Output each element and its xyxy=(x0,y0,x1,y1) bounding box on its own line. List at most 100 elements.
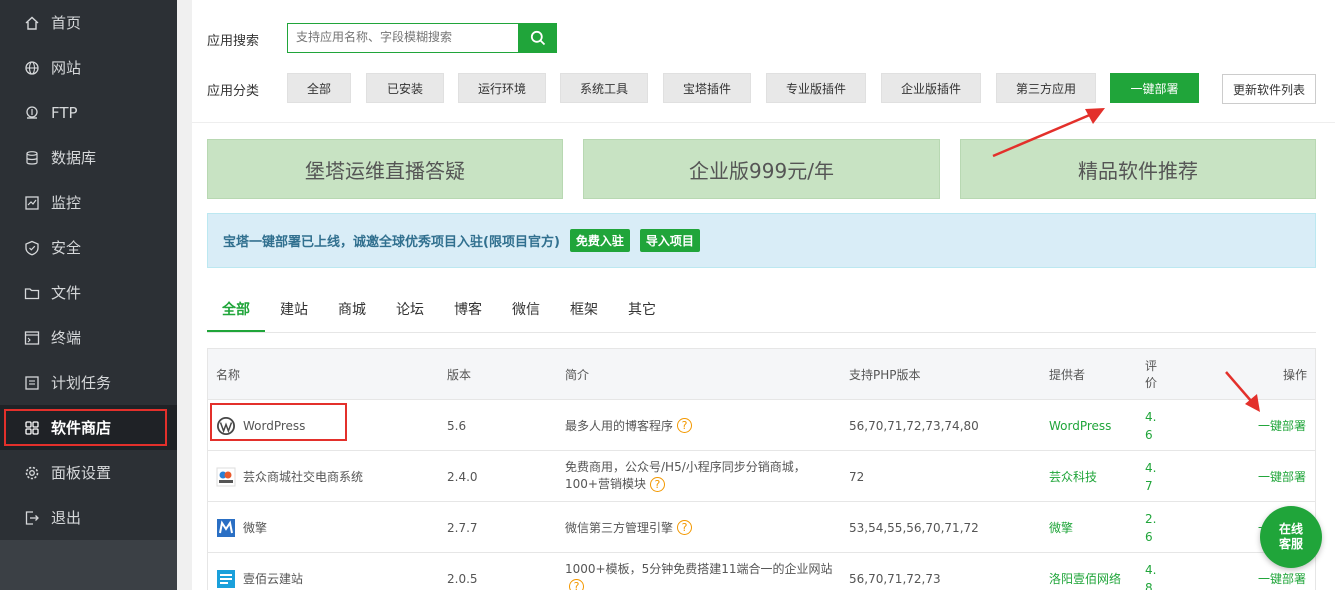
home-icon xyxy=(23,14,41,32)
tab-site-building[interactable]: 建站 xyxy=(280,299,308,319)
sidebar-item-label: 安全 xyxy=(51,239,82,257)
banner-live-qa[interactable]: 堡塔运维直播答疑 xyxy=(207,139,563,199)
sidebar-item-label: 网站 xyxy=(51,59,82,77)
app-name-cell[interactable]: 微擎 xyxy=(216,502,267,553)
sidebar-item-files[interactable]: 文件 xyxy=(0,270,177,315)
sidebar-item-label: FTP xyxy=(51,103,78,122)
app-version: 5.6 xyxy=(447,418,467,433)
sidebar-item-label: 计划任务 xyxy=(51,374,112,392)
sidebar-item-logout[interactable]: 退出 xyxy=(0,495,177,540)
sidebar-item-label: 文件 xyxy=(51,284,82,302)
yunzhong-logo-icon xyxy=(216,467,236,487)
tab-forum[interactable]: 论坛 xyxy=(396,299,424,319)
sidebar-item-cron[interactable]: 计划任务 xyxy=(0,360,177,405)
app-score: 4.7 xyxy=(1145,461,1157,493)
app-provider[interactable]: 微擎 xyxy=(1049,502,1073,553)
table-row: WordPress 5.6 最多人用的博客程序? 56,70,71,72,73,… xyxy=(208,400,1315,451)
search-box xyxy=(287,23,519,53)
sidebar: 首页 网站 FTP 数据库 监控 安全 文件 终端 计划任务 软件商店 面板设置… xyxy=(0,0,177,590)
sidebar-item-security[interactable]: 安全 xyxy=(0,225,177,270)
category-enterprise-plugins[interactable]: 企业版插件 xyxy=(881,73,981,103)
app-name-cell[interactable]: 壹佰云建站 xyxy=(216,553,303,590)
highlight-box-sidebar xyxy=(4,409,167,446)
app-description-cell: 1000+模板，5分钟免费搭建11端合一的企业网站? xyxy=(565,553,835,590)
online-support-line2: 客服 xyxy=(1278,537,1303,551)
task-list-icon xyxy=(23,374,41,392)
sidebar-item-home[interactable]: 首页 xyxy=(0,0,177,45)
sidebar-item-monitor[interactable]: 监控 xyxy=(0,180,177,225)
category-runtime[interactable]: 运行环境 xyxy=(458,73,546,103)
category-pro-plugins[interactable]: 专业版插件 xyxy=(766,73,866,103)
category-system-tools[interactable]: 系统工具 xyxy=(560,73,648,103)
globe-icon xyxy=(23,59,41,77)
database-icon xyxy=(23,149,41,167)
banner-enterprise-price[interactable]: 企业版999元/年 xyxy=(583,139,940,199)
help-icon[interactable]: ? xyxy=(677,418,693,433)
update-software-list-button[interactable]: 更新软件列表 xyxy=(1222,74,1316,104)
tab-blog[interactable]: 博客 xyxy=(454,299,482,319)
weiqing-logo-icon xyxy=(216,518,236,538)
notice-text: 宝塔一键部署已上线，诚邀全球优秀项目入驻(限项目官方) xyxy=(223,235,560,250)
category-all[interactable]: 全部 xyxy=(287,73,351,103)
app-provider[interactable]: 芸众科技 xyxy=(1049,451,1097,502)
tab-framework[interactable]: 框架 xyxy=(570,299,598,319)
search-label: 应用搜索 xyxy=(207,34,260,49)
sidebar-item-label: 首页 xyxy=(51,14,82,32)
app-provider[interactable]: 洛阳壹佰网络 xyxy=(1049,553,1121,590)
sidebar-item-settings[interactable]: 面板设置 xyxy=(0,450,177,495)
sidebar-item-website[interactable]: 网站 xyxy=(0,45,177,90)
sidebar-item-database[interactable]: 数据库 xyxy=(0,135,177,180)
help-icon[interactable]: ? xyxy=(649,477,665,492)
app-version: 2.0.5 xyxy=(447,571,478,586)
app-name-cell[interactable]: 芸众商城社交电商系统 xyxy=(216,451,363,502)
help-icon[interactable]: ? xyxy=(677,520,693,535)
search-icon xyxy=(530,30,545,46)
ftp-icon xyxy=(23,104,41,122)
column-header-name: 名称 xyxy=(216,368,241,382)
banner-recommended-software[interactable]: 精品软件推荐 xyxy=(960,139,1316,199)
free-join-button[interactable]: 免费入驻 xyxy=(569,229,630,252)
app-provider[interactable]: WordPress xyxy=(1049,400,1111,451)
online-support-button[interactable]: 在线 客服 xyxy=(1260,506,1322,568)
divider xyxy=(192,122,1335,123)
one-click-deploy-link[interactable]: 一键部署 xyxy=(1258,451,1306,502)
highlight-box-wordpress xyxy=(210,403,347,441)
category-installed[interactable]: 已安装 xyxy=(366,73,444,103)
app-php-versions: 72 xyxy=(849,469,865,484)
sidebar-item-terminal[interactable]: 终端 xyxy=(0,315,177,360)
one-click-deploy-link[interactable]: 一键部署 xyxy=(1258,400,1306,451)
app-php-versions: 53,54,55,56,70,71,72 xyxy=(849,520,979,535)
tab-all[interactable]: 全部 xyxy=(222,299,250,319)
help-icon[interactable]: ? xyxy=(569,579,584,590)
column-header-provider: 提供者 xyxy=(1049,368,1086,382)
app-name: 微擎 xyxy=(243,521,268,535)
category-one-click-deploy[interactable]: 一键部署 xyxy=(1110,73,1199,103)
tab-mall[interactable]: 商城 xyxy=(338,299,366,319)
search-input[interactable] xyxy=(288,24,516,50)
app-description: 最多人用的博客程序 xyxy=(565,419,674,433)
app-version: 2.4.0 xyxy=(447,469,478,484)
sidebar-item-ftp[interactable]: FTP xyxy=(0,90,177,135)
category-label: 应用分类 xyxy=(207,84,260,99)
app-php-versions: 56,70,71,72,73,74,80 xyxy=(849,418,979,433)
import-project-button[interactable]: 导入项目 xyxy=(639,229,700,252)
tab-other[interactable]: 其它 xyxy=(628,299,656,319)
table-row: 芸众商城社交电商系统 2.4.0 免费商用，公众号/H5/小程序同步分销商城，1… xyxy=(208,451,1315,502)
notice-bar: 宝塔一键部署已上线，诚邀全球优秀项目入驻(限项目官方) 免费入驻 导入项目 xyxy=(207,213,1316,268)
category-bt-plugins[interactable]: 宝塔插件 xyxy=(663,73,751,103)
table-row: 微擎 2.7.7 微信第三方管理引擎? 53,54,55,56,70,71,72… xyxy=(208,502,1315,553)
app-description-cell: 最多人用的博客程序? xyxy=(565,400,693,451)
monitor-icon xyxy=(23,194,41,212)
sidebar-item-label: 数据库 xyxy=(51,149,97,167)
column-header-description: 简介 xyxy=(565,368,590,382)
tab-wechat[interactable]: 微信 xyxy=(512,299,540,319)
logout-icon xyxy=(23,509,41,527)
app-score: 2.6 xyxy=(1145,512,1157,544)
search-button[interactable] xyxy=(518,23,557,53)
sidebar-item-label: 监控 xyxy=(51,194,82,212)
category-third-party[interactable]: 第三方应用 xyxy=(996,73,1096,103)
app-php-versions: 56,70,71,72,73 xyxy=(849,571,941,586)
shield-icon xyxy=(23,239,41,257)
app-version: 2.7.7 xyxy=(447,520,478,535)
app-name: 壹佰云建站 xyxy=(243,572,304,586)
